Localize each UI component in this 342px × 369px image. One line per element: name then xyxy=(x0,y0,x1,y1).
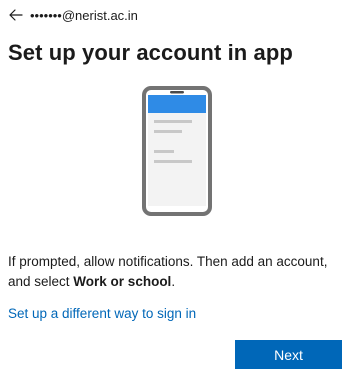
page: •••••••@nerist.ac.in Set up your account… xyxy=(0,0,342,369)
instruction-text: If prompted, allow notifications. Then a… xyxy=(8,254,328,289)
identity-row: •••••••@nerist.ac.in xyxy=(8,6,138,24)
next-button[interactable]: Next xyxy=(235,340,342,369)
work-or-school-label: Work or school xyxy=(73,274,172,289)
account-identity: •••••••@nerist.ac.in xyxy=(30,7,138,23)
smartphone-icon xyxy=(142,86,212,216)
different-sign-in-link[interactable]: Set up a different way to sign in xyxy=(8,306,196,321)
page-title: Set up your account in app xyxy=(8,40,293,65)
arrow-left-icon[interactable] xyxy=(8,7,24,23)
